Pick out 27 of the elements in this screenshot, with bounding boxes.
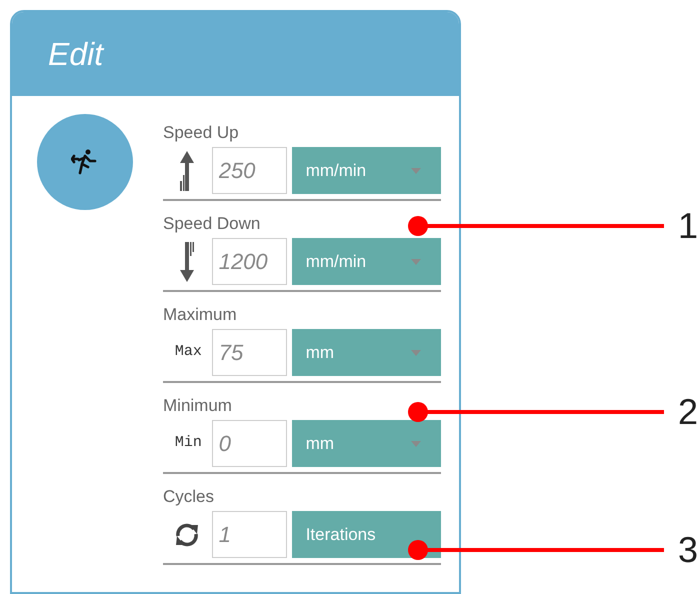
callout-number: 2 [678,390,698,434]
caret-icon [411,350,421,356]
field-prefix: Max [174,342,202,362]
caret-icon [411,258,421,264]
field-label: Minimum [163,395,233,417]
running-figure-icon [71,149,99,175]
caret-icon [411,168,421,174]
callout-number: 3 [678,528,698,572]
callout-number: 1 [678,204,698,248]
field-label: Speed Up [163,122,240,144]
unit-dropdown[interactable]: mm [292,329,441,376]
value-input[interactable]: 250 [212,147,287,194]
unit-dropdown[interactable]: mm [292,420,441,467]
value-input[interactable]: 0 [212,420,287,467]
field-label: Speed Down [163,213,262,235]
value-input[interactable]: 1200 [212,238,287,285]
refresh-icon [174,522,200,548]
unit-dropdown[interactable]: mm/min [292,147,441,194]
field-label: Cycles [163,486,216,508]
field-label: Maximum [163,304,238,326]
value-input[interactable]: 1 [212,511,287,558]
field-prefix: Min [174,433,202,454]
unit-dropdown[interactable]: mm/min [292,238,441,285]
value-input[interactable]: 75 [212,329,287,376]
panel-title: Edit [48,35,104,74]
caret-icon [411,440,421,446]
unit-button[interactable]: Iterations [292,511,441,558]
